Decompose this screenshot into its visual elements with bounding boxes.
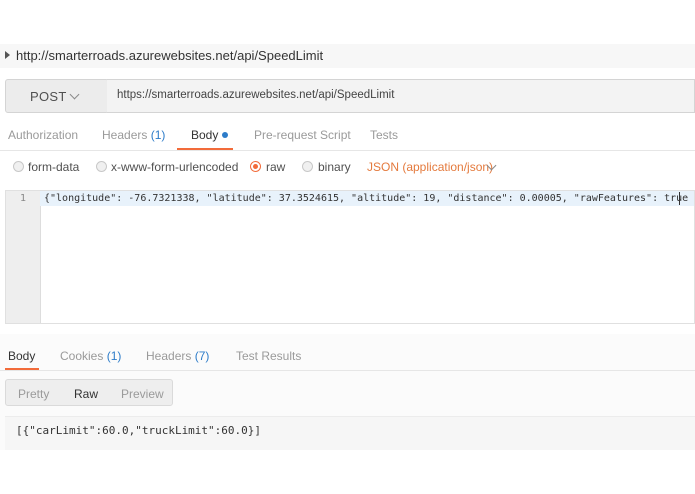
radio-urlencoded[interactable] (96, 161, 107, 172)
tab-prerequest-script[interactable]: Pre-request Script (254, 128, 351, 142)
divider (0, 370, 695, 371)
tab-authorization-label: Authorization (8, 128, 79, 142)
radio-binary-label[interactable]: binary (318, 160, 351, 174)
response-tab-body[interactable]: Body (8, 349, 35, 363)
divider (0, 150, 695, 151)
view-preview-button[interactable]: Preview (121, 387, 164, 401)
tab-headers[interactable]: Headers (1) (102, 128, 165, 142)
body-editor[interactable] (5, 190, 695, 324)
radio-urlencoded-label[interactable]: x-www-form-urlencoded (111, 160, 238, 174)
response-body-text: [{"carLimit":60.0,"truckLimit":60.0}] (16, 424, 262, 437)
caret-right-icon[interactable] (5, 51, 10, 59)
response-tab-cookies[interactable]: Cookies (1) (60, 349, 121, 363)
response-tab-headers[interactable]: Headers (7) (146, 349, 209, 363)
tab-tests[interactable]: Tests (370, 128, 398, 142)
tab-prerequest-label: Pre-request Script (254, 128, 351, 142)
response-tab-headers-label: Headers (146, 349, 192, 363)
view-raw-button[interactable]: Raw (74, 387, 98, 401)
tab-headers-count: (1) (150, 128, 166, 142)
line-number: 1 (20, 193, 27, 204)
response-tab-test-results[interactable]: Test Results (236, 349, 301, 363)
text-cursor (679, 192, 680, 205)
tab-body[interactable]: Body (191, 128, 229, 142)
radio-form-data-label[interactable]: form-data (28, 160, 79, 174)
editor-gutter (6, 191, 41, 323)
request-title[interactable]: http://smarterroads.azurewebsites.net/ap… (16, 48, 323, 63)
modified-dot-icon (222, 132, 229, 138)
tab-body-label: Body (191, 128, 219, 142)
content-type-select[interactable]: JSON (application/json) (367, 160, 493, 174)
tab-tests-label: Tests (370, 128, 399, 142)
code-line[interactable]: {"longitude": -76.7321338, "latitude": 3… (44, 193, 695, 204)
response-tab-headers-count: (7) (194, 349, 210, 363)
radio-raw-label[interactable]: raw (266, 160, 285, 174)
tab-headers-label: Headers (102, 128, 148, 142)
response-tab-cookies-label: Cookies (60, 349, 104, 363)
radio-binary[interactable] (302, 161, 313, 172)
radio-raw[interactable] (250, 161, 261, 172)
tab-authorization[interactable]: Authorization (8, 128, 78, 142)
response-tab-cookies-count: (1) (106, 349, 122, 363)
url-input-value[interactable]: https://smarterroads.azurewebsites.net/a… (117, 89, 394, 101)
method-label[interactable]: POST (30, 89, 67, 104)
view-pretty-button[interactable]: Pretty (18, 387, 49, 401)
radio-form-data[interactable] (13, 161, 24, 172)
